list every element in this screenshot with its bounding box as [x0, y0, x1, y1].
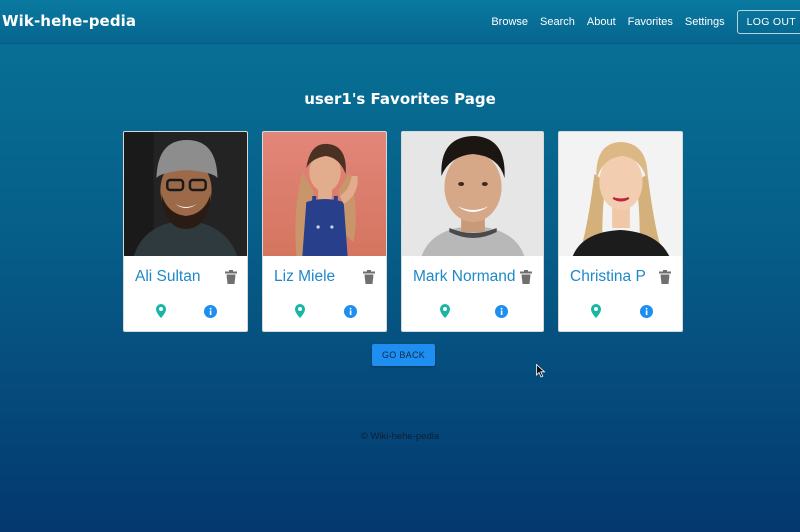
info-icon[interactable]: [495, 305, 508, 318]
favorite-card: Christina P: [558, 131, 683, 332]
profile-photo[interactable]: [559, 132, 682, 256]
info-icon[interactable]: [640, 305, 653, 318]
trash-icon[interactable]: [659, 270, 671, 284]
footer-copyright: © Wiki-hehe-pedia: [360, 431, 440, 442]
nav-links: Browse Search About Favorites Settings L…: [491, 0, 800, 44]
page-title: user1's Favorites Page: [304, 90, 496, 108]
map-pin-icon[interactable]: [590, 304, 602, 318]
card-name[interactable]: Ali Sultan: [135, 268, 200, 286]
favorite-card: Mark Normand: [401, 131, 544, 332]
favorite-card: Liz Miele: [262, 131, 387, 332]
info-icon[interactable]: [204, 305, 217, 318]
favorite-card: Ali Sultan: [123, 131, 248, 332]
nav-favorites[interactable]: Favorites: [628, 16, 673, 28]
map-pin-icon[interactable]: [155, 304, 167, 318]
trash-icon[interactable]: [520, 270, 532, 284]
nav-browse[interactable]: Browse: [491, 16, 528, 28]
go-back-button[interactable]: GO BACK: [372, 344, 435, 366]
profile-photo[interactable]: [402, 132, 543, 256]
logout-button[interactable]: LOG OUT: [736, 10, 800, 34]
nav-search[interactable]: Search: [540, 16, 575, 28]
brand-logo[interactable]: Wik-hehe-pedia: [2, 12, 136, 30]
card-name[interactable]: Liz Miele: [274, 268, 335, 286]
map-pin-icon[interactable]: [439, 304, 451, 318]
nav-about[interactable]: About: [587, 16, 616, 28]
top-navbar: Wik-hehe-pedia Browse Search About Favor…: [0, 0, 800, 44]
card-name[interactable]: Mark Normand: [413, 268, 516, 286]
map-pin-icon[interactable]: [294, 304, 306, 318]
mouse-cursor-icon: [536, 364, 546, 378]
trash-icon[interactable]: [225, 270, 237, 284]
profile-photo[interactable]: [263, 132, 386, 256]
profile-photo[interactable]: [124, 132, 247, 256]
nav-settings[interactable]: Settings: [685, 16, 725, 28]
card-name[interactable]: Christina P: [570, 268, 646, 286]
info-icon[interactable]: [344, 305, 357, 318]
trash-icon[interactable]: [363, 270, 375, 284]
